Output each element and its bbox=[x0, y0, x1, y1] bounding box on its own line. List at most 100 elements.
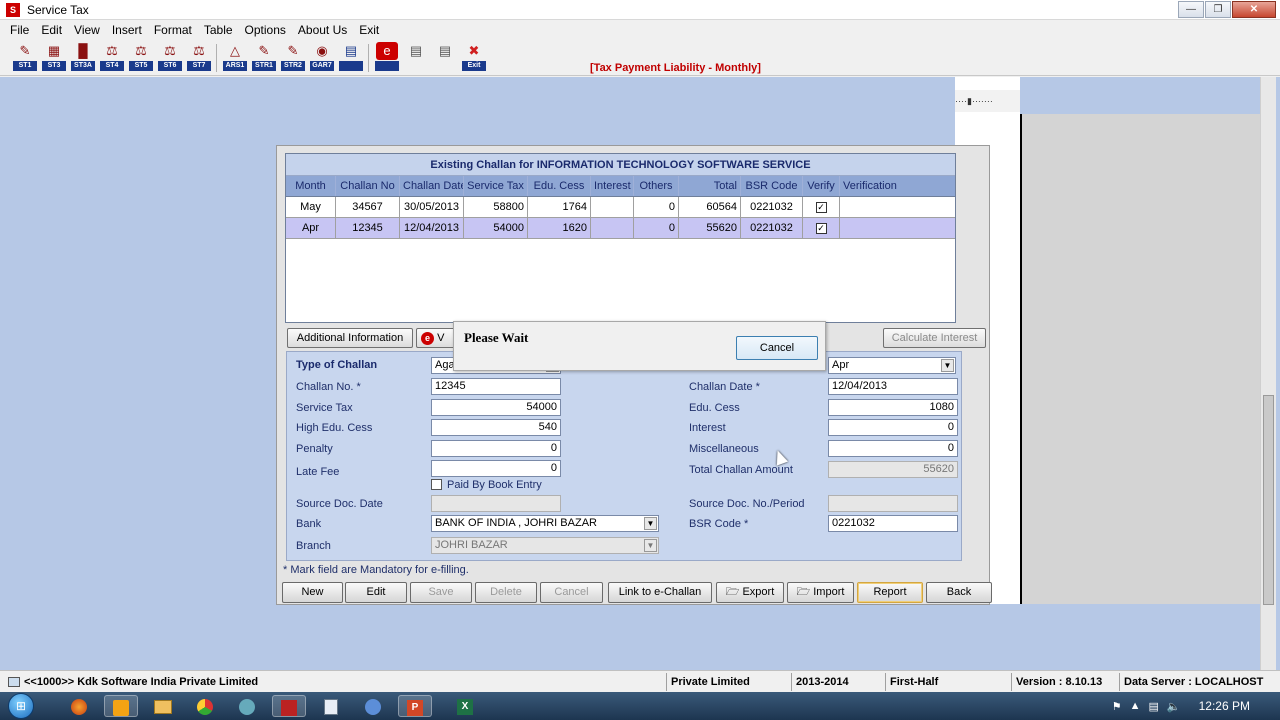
column-header-others[interactable]: Others bbox=[634, 176, 679, 196]
report-icon: ▤ bbox=[409, 43, 423, 58]
network-status-icon[interactable]: ▤ bbox=[1149, 700, 1159, 713]
column-header-verification[interactable]: Verification bbox=[840, 176, 955, 196]
close-button[interactable]: ✕ bbox=[1232, 1, 1276, 18]
chrome-icon[interactable] bbox=[188, 695, 222, 717]
toolbar-st7-button[interactable]: ⚖ ST7 bbox=[186, 42, 212, 74]
service-tax-app-icon[interactable] bbox=[272, 695, 306, 717]
challan-date-field[interactable]: 12/04/2013 bbox=[828, 378, 958, 395]
toolbar-st4-button[interactable]: ⚖ ST4 bbox=[99, 42, 125, 74]
verify-challan-button[interactable]: e V bbox=[416, 328, 456, 348]
toolbar-st3a-button[interactable]: █ ST3A bbox=[70, 42, 96, 74]
media-icon[interactable] bbox=[230, 695, 264, 717]
back-button[interactable]: Back bbox=[926, 582, 992, 603]
save-button[interactable]: Save bbox=[410, 582, 472, 603]
menu-options[interactable]: Options bbox=[239, 23, 292, 37]
column-header-month[interactable]: Month bbox=[286, 176, 336, 196]
outlook-icon[interactable] bbox=[104, 695, 138, 717]
flag-icon[interactable]: ⚑ bbox=[1112, 700, 1122, 713]
verify-checkbox[interactable]: ✓ bbox=[815, 201, 827, 213]
book-icon: █ bbox=[78, 43, 88, 58]
high-edu-cess-field[interactable]: 540 bbox=[431, 419, 561, 436]
cell-bsr-code: 0221032 bbox=[741, 197, 803, 217]
restore-button[interactable]: ❐ bbox=[1205, 1, 1231, 18]
toolbar-st1-button[interactable]: ✎ ST1 bbox=[12, 42, 38, 74]
edu-cess-field[interactable]: 1080 bbox=[828, 399, 958, 416]
chart-icon: △ bbox=[230, 43, 240, 58]
import-button[interactable]: 🗁 Import bbox=[787, 582, 854, 603]
minimize-button[interactable]: — bbox=[1178, 1, 1204, 18]
bank-select[interactable]: BANK OF INDIA , JOHRI BAZAR ▼ bbox=[431, 515, 659, 532]
toolbar-report-button[interactable]: ▤ bbox=[432, 42, 458, 74]
vertical-scrollbar[interactable] bbox=[1260, 77, 1276, 670]
month-select[interactable]: Apr ▼ bbox=[828, 357, 956, 374]
toolbar-ars1-button[interactable]: △ ARS1 bbox=[222, 42, 248, 74]
calculate-interest-button[interactable]: Calculate Interest bbox=[883, 328, 986, 348]
menu-insert[interactable]: Insert bbox=[106, 23, 148, 37]
cancel-form-button[interactable]: Cancel bbox=[540, 582, 603, 603]
powerpoint-icon[interactable]: P bbox=[398, 695, 432, 717]
start-button[interactable]: ⊞ bbox=[8, 693, 34, 719]
explorer-folder-icon[interactable] bbox=[146, 695, 180, 717]
toolbar-st3-button[interactable]: ▦ ST3 bbox=[41, 42, 67, 74]
firefox-icon[interactable] bbox=[62, 695, 96, 717]
miscellaneous-field[interactable]: 0 bbox=[828, 440, 958, 457]
column-header-service-tax[interactable]: Service Tax bbox=[464, 176, 528, 196]
column-header-challan-date[interactable]: Challan Date bbox=[400, 176, 464, 196]
excel-icon[interactable]: X bbox=[448, 695, 482, 717]
menu-about-us[interactable]: About Us bbox=[292, 23, 353, 37]
toolbar-report-button[interactable]: ▤ bbox=[403, 42, 429, 74]
cell-total: 60564 bbox=[679, 197, 741, 217]
toolbar-str1-button[interactable]: ✎ STR1 bbox=[251, 42, 277, 74]
toolbar-document-button[interactable]: ▤ bbox=[338, 42, 364, 74]
column-header-verify[interactable]: Verify bbox=[803, 176, 840, 196]
edit-button[interactable]: Edit bbox=[345, 582, 407, 603]
menu-exit[interactable]: Exit bbox=[353, 23, 385, 37]
bsr-code-field[interactable]: 0221032 bbox=[828, 515, 958, 532]
menu-format[interactable]: Format bbox=[148, 23, 198, 37]
ruler: ····▮······· bbox=[955, 90, 1020, 112]
toolbar-gar7-button[interactable]: ◉ GAR7 bbox=[309, 42, 335, 74]
paid-by-book-label: Paid By Book Entry bbox=[447, 479, 542, 491]
interest-field[interactable]: 0 bbox=[828, 419, 958, 436]
volume-icon[interactable]: 🔈 bbox=[1167, 700, 1181, 713]
challan-no-field[interactable]: 12345 bbox=[431, 378, 561, 395]
toolbar-st5-button[interactable]: ⚖ ST5 bbox=[128, 42, 154, 74]
taskbar: ⊞ P X ⚑ ▲ ▤ 🔈 12:26 PM bbox=[0, 692, 1280, 720]
column-header-interest[interactable]: Interest bbox=[591, 176, 634, 196]
cell-challan-no: 12345 bbox=[336, 218, 400, 238]
clock[interactable]: 12:26 PM bbox=[1199, 699, 1250, 713]
late-fee-field[interactable]: 0 bbox=[431, 460, 561, 477]
menu-table[interactable]: Table bbox=[198, 23, 239, 37]
export-button[interactable]: 🗁 Export bbox=[716, 582, 784, 603]
toolbar-st6-button[interactable]: ⚖ ST6 bbox=[157, 42, 183, 74]
status-year: 2013-2014 bbox=[791, 673, 884, 691]
additional-information-button[interactable]: Additional Information bbox=[287, 328, 413, 348]
column-header-bsr-code[interactable]: BSR Code bbox=[741, 176, 803, 196]
status-half: First-Half bbox=[885, 673, 1010, 691]
toolbar-e-challan-button[interactable]: e bbox=[374, 42, 400, 74]
column-header-challan-no[interactable]: Challan No bbox=[336, 176, 400, 196]
menu-file[interactable]: File bbox=[4, 23, 35, 37]
table-row[interactable]: Apr 12345 12/04/2013 54000 1620 0 55620 … bbox=[286, 218, 955, 239]
report-button[interactable]: Report bbox=[857, 582, 923, 603]
menu-view[interactable]: View bbox=[68, 23, 106, 37]
column-header-edu-cess[interactable]: Edu. Cess bbox=[528, 176, 591, 196]
menu-edit[interactable]: Edit bbox=[35, 23, 68, 37]
scrollbar-thumb[interactable] bbox=[1263, 395, 1274, 605]
service-tax-field[interactable]: 54000 bbox=[431, 399, 561, 416]
verify-checkbox[interactable]: ✓ bbox=[815, 222, 827, 234]
penalty-field[interactable]: 0 bbox=[431, 440, 561, 457]
link-to-e-challan-button[interactable]: Link to e-Challan bbox=[608, 582, 712, 603]
table-row[interactable]: May 34567 30/05/2013 58800 1764 0 60564 … bbox=[286, 197, 955, 218]
network-icon[interactable] bbox=[356, 695, 390, 717]
show-hidden-icons-icon[interactable]: ▲ bbox=[1130, 700, 1141, 712]
toolbar-str2-button[interactable]: ✎ STR2 bbox=[280, 42, 306, 74]
dialog-cancel-button[interactable]: Cancel bbox=[736, 336, 818, 360]
toolbar-exit-button[interactable]: ✖ Exit bbox=[461, 42, 487, 74]
status-version: Version : 8.10.13 bbox=[1011, 673, 1119, 691]
paid-by-book-checkbox[interactable] bbox=[431, 479, 442, 490]
notepad-icon[interactable] bbox=[314, 695, 348, 717]
delete-button[interactable]: Delete bbox=[475, 582, 537, 603]
new-button[interactable]: New bbox=[282, 582, 343, 603]
column-header-total[interactable]: Total bbox=[679, 176, 741, 196]
